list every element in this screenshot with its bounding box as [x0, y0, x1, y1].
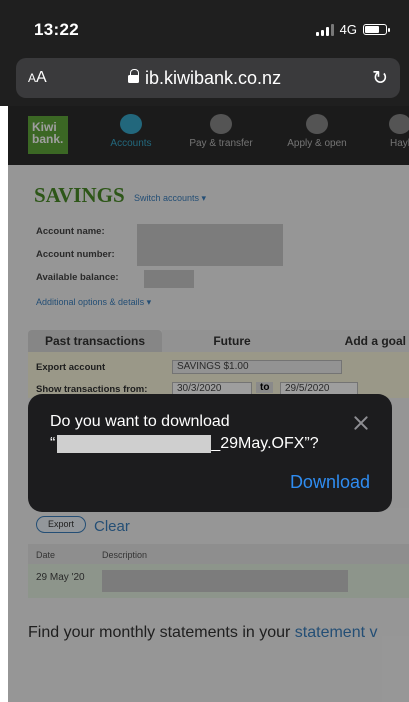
network-label: 4G: [339, 22, 357, 37]
close-icon[interactable]: [352, 414, 370, 432]
dialog-question: Do you want to download: [50, 413, 230, 430]
text-size-button[interactable]: AA: [28, 69, 47, 87]
status-indicators: 4G: [315, 22, 390, 37]
url-text: ib.kiwibank.co.nz: [145, 68, 282, 88]
status-time: 13:22: [34, 20, 79, 39]
battery-icon: [363, 24, 390, 35]
download-dialog: Do you want to download “ _29May.OFX”? D…: [28, 394, 392, 512]
download-button[interactable]: Download: [290, 472, 370, 493]
signal-icon: [315, 23, 334, 36]
browser-toolbar: AA ib.kiwibank.co.nz ↻: [0, 54, 409, 106]
filename-open-quote: “: [50, 435, 56, 452]
url-display[interactable]: ib.kiwibank.co.nz: [128, 68, 281, 89]
redacted-filename: [57, 435, 212, 453]
status-bar: 13:22 4G: [0, 0, 409, 54]
address-bar[interactable]: AA ib.kiwibank.co.nz ↻: [16, 58, 400, 98]
dialog-filename: “ _29May.OFX”?: [50, 435, 319, 453]
filename-suffix: _29May.OFX”?: [211, 435, 319, 452]
lock-icon: [128, 69, 139, 86]
reload-icon[interactable]: ↻: [372, 67, 388, 90]
